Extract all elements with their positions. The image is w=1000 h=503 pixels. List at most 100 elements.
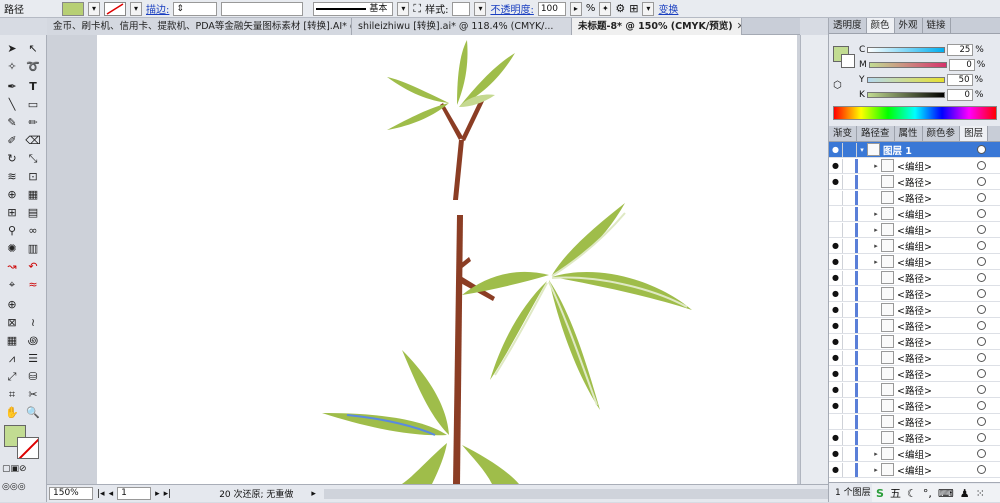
visibility-eye-icon[interactable]: ● <box>829 286 843 301</box>
prev-page-button[interactable]: ◂ <box>109 489 114 499</box>
layer-item-row[interactable]: ● <路径> <box>829 366 1000 382</box>
layer-name[interactable]: 图层 1 <box>883 143 977 157</box>
visibility-eye-icon[interactable]: ● <box>829 238 843 253</box>
layer-item-row[interactable]: ● ▸ <编组> <box>829 254 1000 270</box>
style-swatch[interactable] <box>452 1 471 16</box>
visibility-eye-icon[interactable] <box>829 206 843 221</box>
item-name[interactable]: <路径> <box>897 335 977 349</box>
page-input[interactable]: 1 <box>117 487 152 500</box>
line-tool-icon[interactable]: ╲ <box>2 97 22 113</box>
yellow-input[interactable]: 50 <box>946 74 973 86</box>
cyan-input[interactable]: 25 <box>947 44 974 56</box>
item-name[interactable]: <路径> <box>897 431 977 445</box>
yellow-slider[interactable] <box>866 77 945 83</box>
vertical-scrollbar[interactable] <box>800 35 828 484</box>
magenta-slider[interactable] <box>868 62 947 68</box>
layer-item-row[interactable]: ● <路径> <box>829 334 1000 350</box>
first-page-button[interactable]: |◂ <box>97 489 105 499</box>
visibility-eye-icon[interactable] <box>829 190 843 205</box>
visibility-eye-icon[interactable]: ● <box>829 318 843 333</box>
line-graph-icon[interactable]: ⩘ <box>2 351 22 367</box>
graphic-style-icon[interactable]: ⛶ <box>413 2 421 16</box>
keyboard-icon[interactable]: ⌨ <box>938 487 954 500</box>
item-name[interactable]: <编组> <box>897 223 977 237</box>
type-tool-icon[interactable]: T <box>23 79 43 95</box>
target-circle-icon[interactable] <box>977 193 986 202</box>
target-circle-icon[interactable] <box>977 209 986 218</box>
layer-item-row[interactable]: ● <路径> <box>829 382 1000 398</box>
tab-document-3[interactable]: 未标题-8* @ 150% (CMYK/预览) ✕ <box>572 18 742 35</box>
target-circle-icon[interactable] <box>977 321 986 330</box>
ime-logo-icon[interactable]: S <box>876 487 884 500</box>
black-input[interactable]: 0 <box>946 89 973 101</box>
direct-selection-tool-icon[interactable]: ↖ <box>23 41 43 57</box>
opacity-input[interactable]: 100 <box>537 1 566 16</box>
layer-item-row[interactable]: ● <路径> <box>829 286 1000 302</box>
target-circle-icon[interactable] <box>977 225 986 234</box>
free-transform-icon[interactable]: ⊡ <box>23 169 43 185</box>
opacity-label[interactable]: 不透明度: <box>490 1 533 16</box>
color-stroke-swatch[interactable] <box>841 54 855 68</box>
eyedropper-icon[interactable]: ⚲ <box>2 223 22 239</box>
target-circle-icon[interactable] <box>977 401 986 410</box>
gradient-tool-icon[interactable]: ▤ <box>23 205 43 221</box>
tab-links[interactable]: 链接 <box>923 18 951 33</box>
pencil-tool-icon[interactable]: ✏ <box>23 115 43 131</box>
stroke-dropdown[interactable]: ▾ <box>130 1 142 16</box>
expand-arrow-icon[interactable]: ▸ <box>871 466 881 474</box>
expand-arrow-icon[interactable]: ▸ <box>871 226 881 234</box>
expand-arrow-icon[interactable]: ▸ <box>871 210 881 218</box>
visibility-eye-icon[interactable] <box>829 222 843 237</box>
variable-width-select[interactable] <box>221 1 304 16</box>
paint-bucket-icon[interactable]: ⛁ <box>23 369 43 385</box>
black-slider[interactable] <box>866 92 945 98</box>
visibility-eye-icon[interactable]: ● <box>829 142 843 157</box>
close-icon[interactable]: ✕ <box>737 21 741 32</box>
reshape-tool-icon[interactable]: ≈ <box>23 277 43 293</box>
cyan-slider[interactable] <box>867 47 946 53</box>
visibility-eye-icon[interactable]: ● <box>829 270 843 285</box>
twirl-tool-icon[interactable]: ꩜ <box>23 333 43 349</box>
visibility-eye-icon[interactable]: ● <box>829 302 843 317</box>
gear-icon[interactable]: ⚙ <box>615 2 625 15</box>
target-circle-icon[interactable] <box>977 337 986 346</box>
eraser-tool-icon[interactable]: ⌫ <box>23 133 43 149</box>
plant-illustration[interactable] <box>97 35 797 484</box>
blob-brush-icon[interactable]: ✐ <box>2 133 22 149</box>
transform-link[interactable]: 变换 <box>658 1 678 16</box>
horizontal-scrollbar[interactable] <box>323 488 828 499</box>
measure-tool-icon[interactable]: ⤢ <box>2 369 22 385</box>
brush-dropdown[interactable]: ▾ <box>397 1 410 16</box>
target-circle-icon[interactable] <box>977 369 986 378</box>
stroke-color-box[interactable] <box>17 437 39 459</box>
artboard[interactable] <box>97 35 797 484</box>
symbol-sprayer-icon[interactable]: ✺ <box>2 241 22 257</box>
last-page-button[interactable]: ▸| <box>164 489 172 499</box>
layer-item-row[interactable]: ● ▸ <编组> <box>829 462 1000 478</box>
item-name[interactable]: <路径> <box>897 303 977 317</box>
target-circle-icon[interactable] <box>977 289 986 298</box>
layer-item-row[interactable]: ● <路径> <box>829 270 1000 286</box>
user-icon[interactable]: ♟ <box>960 487 970 500</box>
item-name[interactable]: <路径> <box>897 287 977 301</box>
tab-layers[interactable]: 图层 <box>960 126 989 141</box>
item-name[interactable]: <路径> <box>897 319 977 333</box>
layer-item-row[interactable]: ● ▸ <编组> <box>829 158 1000 174</box>
magic-wand-icon[interactable]: ✧ <box>2 59 22 75</box>
selection-tool-icon[interactable]: ➤ <box>2 41 22 57</box>
expand-arrow-icon[interactable]: ▾ <box>857 146 867 154</box>
visibility-eye-icon[interactable]: ● <box>829 382 843 397</box>
target-circle-icon[interactable] <box>977 417 986 426</box>
item-name[interactable]: <编组> <box>897 239 977 253</box>
grid-icon[interactable]: ⁙ <box>976 487 985 500</box>
crop-tool-icon[interactable]: ⌗ <box>2 387 22 403</box>
punctuation-icon[interactable]: °, <box>923 487 932 500</box>
pen-tool-icon[interactable]: ✒ <box>2 79 22 95</box>
blend-tool-icon[interactable]: ∞ <box>23 223 43 239</box>
visibility-eye-icon[interactable]: ● <box>829 158 843 173</box>
item-name[interactable]: <路径> <box>897 191 977 205</box>
moon-icon[interactable]: ☾ <box>907 487 917 500</box>
layer-item-row[interactable]: ● <路径> <box>829 302 1000 318</box>
layer-item-row[interactable]: ▸ <编组> <box>829 206 1000 222</box>
expand-arrow-icon[interactable]: ▸ <box>871 242 881 250</box>
